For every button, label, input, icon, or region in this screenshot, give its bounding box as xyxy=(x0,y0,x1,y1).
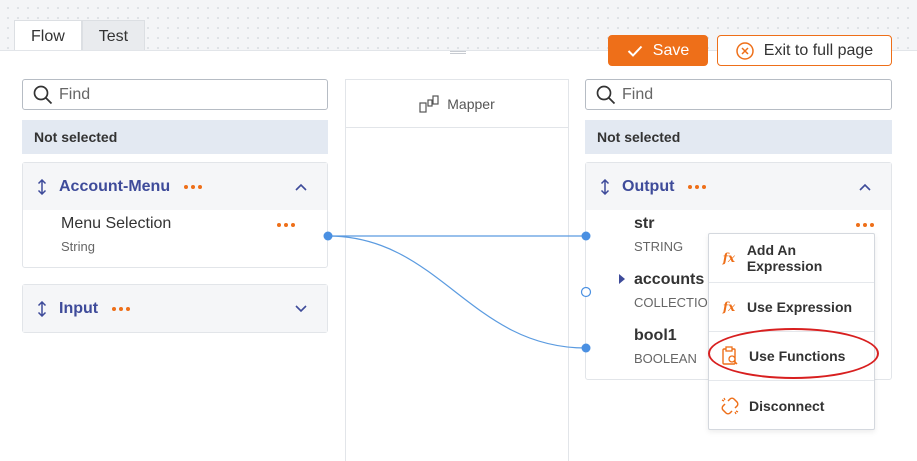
target-port-accounts[interactable] xyxy=(580,286,592,298)
target-port-bool1[interactable] xyxy=(581,343,591,353)
menu-item-label: Add An Expression xyxy=(746,242,823,274)
menu-item-label: Use Functions xyxy=(749,348,846,364)
fx-icon: fx xyxy=(722,300,736,314)
unlink-icon xyxy=(721,396,739,415)
target-port-str[interactable] xyxy=(581,231,591,241)
menu-item-label: Disconnect xyxy=(749,397,825,414)
wire-menu-selection-to-bool1[interactable] xyxy=(327,235,587,349)
field-context-menu: fx Add An Expression fx Use Expression U… xyxy=(708,233,875,430)
function-clipboard-icon xyxy=(722,346,738,365)
menu-item-use-functions[interactable]: Use Functions xyxy=(709,332,874,381)
menu-item-add-expression[interactable]: fx Add An Expression xyxy=(709,234,874,283)
source-port[interactable] xyxy=(323,231,333,241)
menu-item-label: Use Expression xyxy=(747,299,853,315)
menu-item-disconnect[interactable]: Disconnect xyxy=(709,381,874,430)
fx-icon: fx xyxy=(722,251,736,265)
menu-item-use-expression[interactable]: fx Use Expression xyxy=(709,283,874,332)
